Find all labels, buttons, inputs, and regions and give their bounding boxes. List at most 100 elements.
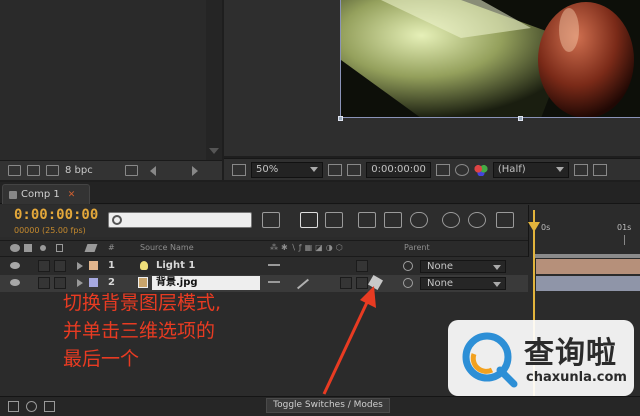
parent-value: None (427, 261, 454, 272)
ruler-label: 01s (617, 223, 632, 232)
graph-editor-icon[interactable] (496, 212, 514, 228)
draft-3d-icon[interactable] (325, 212, 343, 228)
comp-mini-flowchart-icon[interactable] (262, 212, 280, 228)
expand-triangle-icon[interactable] (77, 279, 83, 287)
ruler-label: 0s (541, 223, 551, 232)
lock-icon[interactable] (56, 244, 63, 252)
pick-whip-icon[interactable] (403, 278, 413, 288)
chevron-down-icon (493, 282, 501, 287)
chevron-down-icon (493, 265, 501, 270)
watermark-title: 查询啦 (524, 336, 617, 371)
parent-column-header: Parent (404, 243, 430, 252)
shy-layers-icon[interactable] (358, 212, 376, 228)
eye-icon[interactable] (10, 279, 20, 286)
transfer-controls-icon[interactable] (26, 401, 37, 412)
expand-triangle-icon[interactable] (77, 262, 83, 270)
grid-icon[interactable] (328, 163, 343, 176)
watermark: 查询啦 chaxunla.com (448, 320, 634, 396)
lock-toggle[interactable] (54, 277, 66, 289)
index-column-header: # (108, 243, 115, 252)
brainstorm-icon[interactable] (442, 212, 460, 228)
layer-duration-bar[interactable] (536, 276, 640, 291)
layer-row[interactable]: 1 Light 1 None (0, 258, 528, 275)
viewer-toolbar: 50% 0:00:00:00 (Half) (224, 158, 640, 180)
annotation-line: 最后一个 (63, 348, 140, 370)
close-icon[interactable]: ✕ (68, 190, 76, 200)
lock-toggle[interactable] (54, 260, 66, 272)
watermark-logo-icon (462, 332, 518, 388)
live-update-icon[interactable] (300, 212, 318, 228)
zoom-select[interactable]: 50% (251, 161, 324, 178)
new-folder-icon[interactable] (27, 165, 40, 176)
scroll-down-arrow-icon[interactable] (209, 148, 219, 154)
tab-label: Comp 1 (21, 189, 60, 200)
frame-blending-icon[interactable] (384, 212, 402, 228)
scroll-left-arrow-icon[interactable] (149, 165, 156, 176)
quality-switch-icon[interactable] (296, 278, 310, 290)
tab-comp-1[interactable]: Comp 1 ✕ (2, 184, 90, 204)
layer-duration-bar[interactable] (536, 259, 640, 274)
layer-handle[interactable] (338, 116, 343, 121)
layer-column-header: # Source Name ⁂✱∖ƒ▦◪◑⬡ Parent (0, 240, 528, 257)
label-color-swatch[interactable] (89, 261, 98, 270)
annotation-line: 并单击三维选项的 (63, 320, 216, 342)
solo-toggle[interactable] (38, 260, 50, 272)
always-preview-icon[interactable] (232, 163, 246, 176)
motion-blur-icon[interactable] (410, 212, 428, 228)
layer-name[interactable]: Light 1 (156, 260, 195, 271)
new-comp-icon[interactable] (46, 165, 59, 176)
transparency-grid-icon[interactable] (592, 163, 607, 176)
label-color-swatch[interactable] (89, 278, 98, 287)
safe-zones-icon[interactable] (347, 163, 362, 176)
camera-snapshot-icon[interactable] (435, 163, 450, 176)
audio-icon[interactable] (24, 244, 32, 252)
light-bulb-icon (140, 261, 148, 270)
trash-icon[interactable] (124, 165, 138, 176)
resolution-select[interactable]: (Half) (492, 161, 569, 178)
auto-keyframe-icon[interactable] (468, 212, 486, 228)
3d-switch[interactable] (356, 260, 368, 272)
parent-select[interactable]: None (420, 277, 506, 290)
shy-switch-icon[interactable] (268, 281, 280, 283)
bit-depth-label[interactable]: 8 bpc (65, 165, 93, 176)
project-scrollbar[interactable] (206, 0, 222, 160)
pick-whip-icon[interactable] (403, 261, 413, 271)
switches-column-icons[interactable]: ⁂✱∖ƒ▦◪◑⬡ (270, 243, 346, 252)
shy-switch-icon[interactable] (268, 264, 280, 266)
search-icon (112, 215, 122, 225)
interpret-footage-icon[interactable] (8, 165, 21, 176)
image-file-icon (138, 277, 148, 288)
layer-index: 2 (108, 277, 115, 288)
source-name-column-header[interactable]: Source Name (140, 243, 194, 252)
toggle-switches-modes-button[interactable]: Toggle Switches / Modes (266, 398, 390, 413)
composition-icon (9, 190, 17, 199)
current-time-display[interactable]: 0:00:00:00 (14, 207, 98, 223)
annotation-line: 切换背景图层模式, (63, 292, 222, 314)
layer-search-input[interactable] (108, 212, 252, 228)
solo-icon[interactable] (40, 245, 46, 251)
layer-index: 1 (108, 260, 115, 271)
eye-icon[interactable] (10, 244, 20, 252)
in-out-icon[interactable] (44, 401, 55, 412)
solo-toggle[interactable] (38, 277, 50, 289)
layer-handle[interactable] (518, 116, 523, 121)
work-area-bar[interactable] (534, 254, 640, 258)
region-of-interest-icon[interactable] (573, 163, 588, 176)
comp-options-icon[interactable] (8, 401, 19, 412)
annotation-arrow (322, 286, 376, 395)
viewer-timecode[interactable]: 0:00:00:00 (366, 161, 431, 178)
scroll-right-arrow-icon[interactable] (191, 165, 198, 176)
label-tag-icon[interactable] (84, 244, 98, 252)
rgb-channels-icon[interactable] (473, 163, 488, 176)
eye-icon[interactable] (10, 262, 20, 269)
playhead-handle-icon[interactable] (528, 222, 540, 232)
project-panel (0, 0, 222, 180)
time-ruler[interactable]: 0s 01s (528, 205, 640, 257)
timeline-tab-bar (0, 182, 640, 204)
parent-select[interactable]: None (420, 260, 506, 273)
annotation-text: 切换背景图层模式, 并单击三维选项的 最后一个 (63, 289, 221, 373)
frame-rate-display: 00000 (25.00 fps) (14, 226, 86, 235)
show-channel-icon[interactable] (454, 163, 469, 176)
parent-value: None (427, 278, 454, 289)
layer-name[interactable]: 背景.jpg (152, 276, 260, 290)
